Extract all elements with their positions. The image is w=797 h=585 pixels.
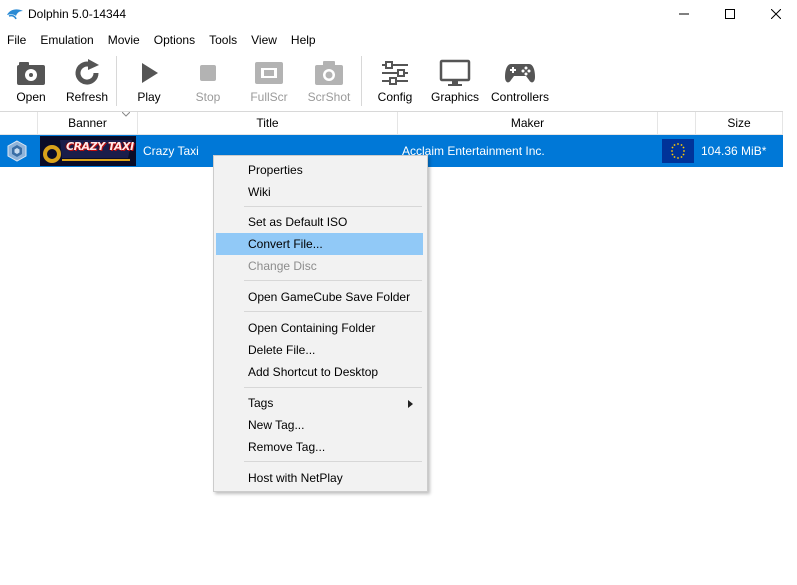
- graphics-button[interactable]: Graphics: [427, 52, 483, 110]
- menu-set-default-iso[interactable]: Set as Default ISO: [216, 211, 423, 233]
- close-icon: [771, 9, 781, 19]
- menu-delete-file[interactable]: Delete File...: [216, 339, 423, 361]
- menu-tags[interactable]: Tags: [216, 392, 423, 414]
- stop-icon: [200, 65, 216, 81]
- play-button[interactable]: Play: [124, 52, 174, 110]
- menu-separator: [244, 206, 422, 207]
- camera-icon: [315, 61, 343, 85]
- menu-file[interactable]: File: [0, 30, 33, 50]
- game-title: Crazy Taxi: [143, 144, 199, 158]
- maximize-button[interactable]: [707, 0, 753, 28]
- sliders-icon: [382, 61, 408, 85]
- fullscreen-label: FullScr: [250, 90, 288, 104]
- menu-properties[interactable]: Properties: [216, 159, 423, 181]
- column-maker-label: Maker: [510, 116, 545, 130]
- column-title[interactable]: Title: [138, 112, 398, 134]
- menu-options[interactable]: Options: [147, 30, 202, 50]
- close-button[interactable]: [753, 0, 797, 28]
- menu-open-save-folder[interactable]: Open GameCube Save Folder: [216, 286, 423, 308]
- minimize-icon: [679, 13, 689, 15]
- minimize-button[interactable]: [661, 0, 707, 28]
- screenshot-label: ScrShot: [307, 90, 351, 104]
- open-disc-icon: [17, 62, 45, 85]
- gamepad-icon: [505, 64, 535, 83]
- toolbar-separator: [361, 56, 362, 106]
- open-button[interactable]: Open: [6, 52, 56, 110]
- menu-separator: [244, 280, 422, 281]
- menu-tools[interactable]: Tools: [202, 30, 244, 50]
- column-region[interactable]: [658, 112, 696, 134]
- column-platform[interactable]: [0, 112, 38, 134]
- menu-separator: [244, 387, 422, 388]
- menu-new-tag[interactable]: New Tag...: [216, 414, 423, 436]
- column-size-label: Size: [727, 116, 751, 130]
- controllers-button[interactable]: Controllers: [489, 52, 551, 110]
- menu-help[interactable]: Help: [284, 30, 323, 50]
- menu-emulation[interactable]: Emulation: [33, 30, 100, 50]
- toolbar-separator: [116, 56, 117, 106]
- menu-convert-file[interactable]: Convert File...: [216, 233, 423, 255]
- refresh-icon: [75, 59, 99, 85]
- screenshot-button[interactable]: ScrShot: [302, 52, 356, 110]
- sort-down-icon: [122, 112, 130, 117]
- refresh-button[interactable]: Refresh: [62, 52, 112, 110]
- title-bar: Dolphin 5.0-14344: [0, 0, 797, 28]
- column-banner-label: Banner: [68, 116, 107, 130]
- fullscreen-icon: [255, 62, 283, 84]
- column-maker[interactable]: Maker: [398, 112, 658, 134]
- menu-change-disc[interactable]: Change Disc: [216, 255, 423, 277]
- game-context-menu: Properties Wiki Set as Default ISO Conve…: [213, 155, 428, 492]
- column-banner[interactable]: Banner: [38, 112, 138, 134]
- menu-view[interactable]: View: [244, 30, 284, 50]
- menu-movie[interactable]: Movie: [101, 30, 147, 50]
- game-size: 104.36 MiB*: [701, 144, 767, 158]
- menu-separator: [244, 311, 422, 312]
- monitor-icon: [439, 59, 471, 86]
- play-label: Play: [137, 90, 161, 104]
- gamecube-icon: [7, 140, 27, 162]
- game-banner: CRAZY TAXI: [40, 136, 136, 166]
- menu-bar: File Emulation Movie Options Tools View …: [0, 30, 797, 50]
- controllers-label: Controllers: [490, 90, 550, 104]
- menu-host-netplay[interactable]: Host with NetPlay: [216, 467, 423, 489]
- eu-flag-icon: [662, 139, 694, 163]
- menu-separator: [244, 461, 422, 462]
- graphics-label: Graphics: [430, 90, 480, 104]
- menu-open-containing-folder[interactable]: Open Containing Folder: [216, 317, 423, 339]
- column-size[interactable]: Size: [696, 112, 783, 134]
- maximize-icon: [725, 9, 735, 19]
- dolphin-app-icon: [7, 9, 23, 20]
- window-title: Dolphin 5.0-14344: [28, 7, 127, 21]
- stop-label: Stop: [195, 90, 221, 104]
- submenu-arrow-icon: [408, 400, 413, 408]
- stop-button[interactable]: Stop: [183, 52, 233, 110]
- column-title-label: Title: [256, 116, 279, 130]
- game-list-header: Banner Title Maker Size: [0, 111, 783, 135]
- menu-add-shortcut[interactable]: Add Shortcut to Desktop: [216, 361, 423, 383]
- banner-text: CRAZY TAXI: [66, 140, 134, 153]
- menu-wiki[interactable]: Wiki: [216, 181, 423, 203]
- menu-remove-tag[interactable]: Remove Tag...: [216, 436, 423, 458]
- refresh-label: Refresh: [65, 90, 109, 104]
- fullscreen-button[interactable]: FullScr: [242, 52, 296, 110]
- open-label: Open: [16, 90, 46, 104]
- toolbar: Open Refresh Play Stop FullScr ScrShot C…: [0, 52, 797, 110]
- menu-tags-label: Tags: [248, 396, 274, 410]
- config-button[interactable]: Config: [370, 52, 420, 110]
- config-label: Config: [377, 90, 413, 104]
- play-icon: [142, 63, 158, 83]
